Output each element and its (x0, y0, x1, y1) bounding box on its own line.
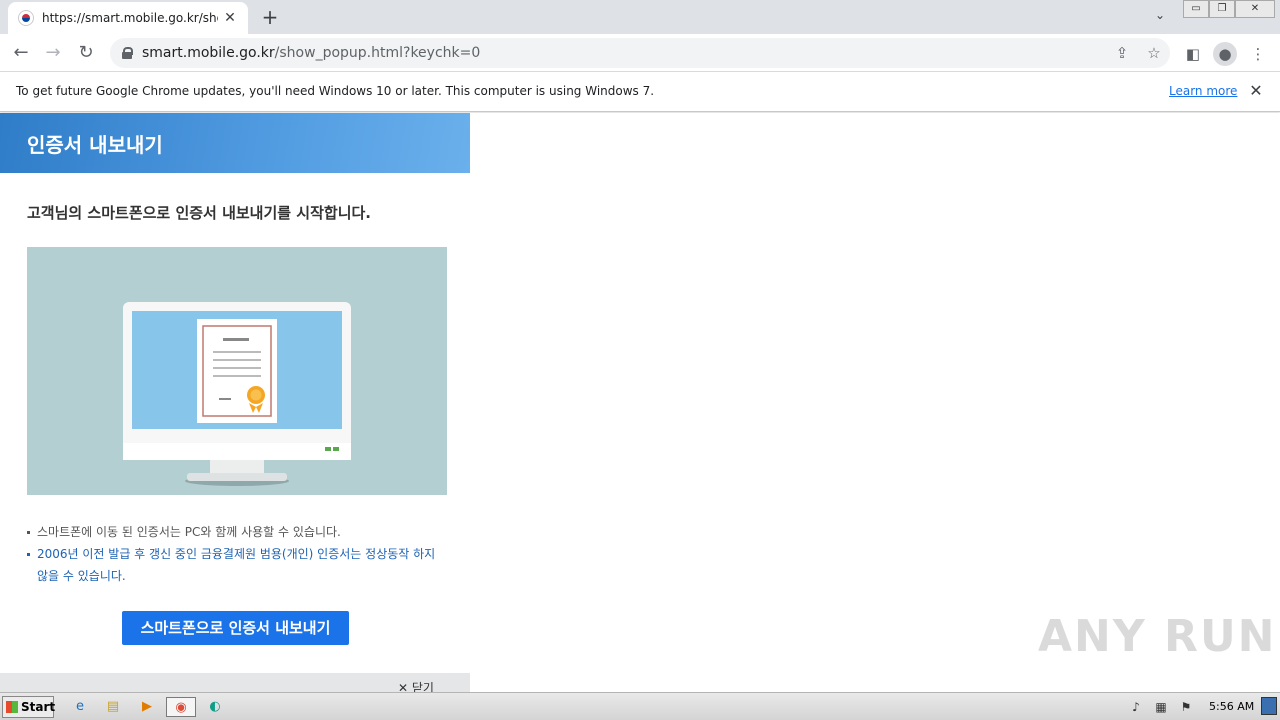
certificate-heading-line (223, 338, 249, 341)
notice-item: 스마트폰에 이동 된 인증서는 PC와 함께 사용할 수 있습니다. (27, 521, 447, 543)
url-path: /show_popup.html?keychk=0 (274, 45, 481, 61)
tab-title: https://smart.mobile.go.kr/show_po (42, 11, 218, 25)
page-content: 인증서 내보내기 고객님의 스마트폰으로 인증서 내보내기를 시작합니다. 스마… (0, 113, 1280, 692)
notice-item-warning: 2006년 이전 발급 후 갱신 중인 금융결제원 범용(개인) 인증서는 정상… (27, 543, 447, 587)
share-icon[interactable]: ⇪ (1112, 43, 1132, 63)
certificate-text-line (213, 367, 261, 369)
certificate-paper (197, 319, 277, 423)
window-close-button[interactable]: ✕ (1235, 0, 1275, 18)
edge-icon[interactable]: ◐ (204, 697, 226, 717)
popup-title: 인증서 내보내기 (27, 133, 163, 157)
reload-icon[interactable]: ↻ (73, 40, 99, 66)
tab-strip: https://smart.mobile.go.kr/show_po ✕ + ⌄… (0, 0, 1280, 34)
monitor-certificate-svg (123, 302, 351, 486)
update-infobar: To get future Google Chrome updates, you… (0, 72, 1280, 112)
anyrun-watermark: ANY RUN (1038, 611, 1277, 662)
certificate-text-line (213, 359, 261, 361)
monitor-base (187, 473, 287, 481)
bookmark-star-icon[interactable]: ☆ (1144, 43, 1164, 63)
monitor-led-icon (325, 447, 331, 451)
windows-taskbar: Start e ▤ ▶ ◉ ◐ ♪ ▦ ⚑ 5:56 AM (0, 692, 1280, 720)
windows-logo-icon (6, 701, 18, 713)
file-explorer-icon[interactable]: ▤ (102, 697, 124, 717)
lock-icon[interactable] (122, 47, 133, 59)
monitor-certificate-illustration (27, 247, 447, 495)
media-player-icon[interactable]: ▶ (136, 697, 158, 717)
profile-avatar-icon[interactable]: ● (1213, 42, 1237, 66)
url-text: smart.mobile.go.kr/show_popup.html?keych… (142, 45, 480, 61)
infobar-message: To get future Google Chrome updates, you… (16, 84, 655, 98)
learn-more-link[interactable]: Learn more (1169, 84, 1237, 98)
notice-list: 스마트폰에 이동 된 인증서는 PC와 함께 사용할 수 있습니다. 2006년… (27, 521, 447, 587)
address-bar[interactable]: smart.mobile.go.kr/show_popup.html?keych… (110, 38, 1170, 68)
side-panel-icon[interactable]: ◧ (1181, 42, 1205, 66)
browser-tab[interactable]: https://smart.mobile.go.kr/show_po ✕ (8, 2, 248, 34)
show-desktop-button[interactable] (1261, 697, 1277, 715)
internet-explorer-icon[interactable]: e (69, 697, 91, 717)
seal-badge-inner (250, 389, 262, 401)
back-arrow-icon[interactable]: ← (8, 40, 34, 66)
browser-toolbar: ← → ↻ smart.mobile.go.kr/show_popup.html… (0, 34, 1280, 72)
popup-footer: ✕ 닫기 (0, 673, 470, 692)
close-x-icon: ✕ (398, 681, 412, 692)
popup-header: 인증서 내보내기 (0, 113, 470, 173)
certificate-signature-line (219, 398, 231, 400)
certificate-text-line (213, 375, 261, 377)
certificate-text-line (213, 351, 261, 353)
restore-button[interactable]: ❐ (1209, 0, 1235, 18)
tab-search-chevron-down-icon[interactable]: ⌄ (1150, 8, 1170, 26)
chrome-icon[interactable]: ◉ (166, 697, 196, 717)
menu-kebab-icon[interactable]: ⋮ (1246, 42, 1270, 66)
monitor-led-icon (333, 447, 339, 451)
taskbar-clock[interactable]: 5:56 AM (1209, 700, 1254, 713)
intro-text: 고객님의 스마트폰으로 인증서 내보내기를 시작합니다. (27, 204, 371, 222)
action-center-flag-icon[interactable]: ⚑ (1178, 699, 1194, 715)
export-to-smartphone-button[interactable]: 스마트폰으로 인증서 내보내기 (122, 611, 349, 645)
popup-close-link[interactable]: ✕ 닫기 (398, 679, 434, 692)
volume-icon[interactable]: ♪ (1128, 699, 1144, 715)
infobar-close-icon[interactable]: ✕ (1246, 81, 1266, 100)
korea-flag-favicon-icon (18, 10, 34, 26)
close-label: 닫기 (411, 681, 434, 692)
start-button[interactable]: Start (2, 696, 56, 718)
monitor-chin (123, 443, 351, 460)
tab-close-icon[interactable]: ✕ (222, 10, 238, 26)
minimize-button[interactable]: ▭ (1183, 0, 1209, 18)
new-tab-button[interactable]: + (258, 6, 282, 30)
start-label: Start (21, 700, 56, 714)
forward-arrow-icon[interactable]: → (40, 40, 66, 66)
url-host: smart.mobile.go.kr (142, 45, 275, 61)
network-icon[interactable]: ▦ (1153, 699, 1169, 715)
